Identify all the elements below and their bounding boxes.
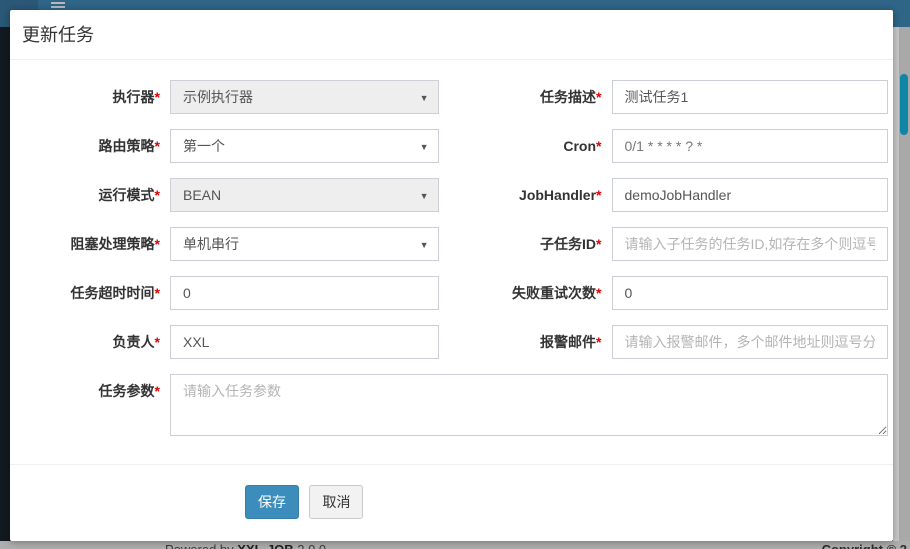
caret-down-icon: ▼ — [420, 240, 429, 250]
required-asterisk: * — [155, 334, 160, 350]
alarm-email-input[interactable] — [612, 325, 889, 359]
fail-retry-input[interactable] — [612, 276, 889, 310]
form-row: 任务参数* — [10, 374, 893, 441]
child-jobid-input[interactable] — [612, 227, 889, 261]
author-input[interactable] — [170, 325, 439, 359]
page-footer: Powered by XXL-JOB 2.0.0 Copyright © 2 — [0, 541, 910, 549]
update-job-form: 执行器* 示例执行器▼ 任务描述* 路由策略* 第一个▼ Cron* 运行模式*… — [10, 60, 893, 519]
form-row: 执行器* 示例执行器▼ 任务描述* — [10, 80, 893, 114]
cron-label: Cron* — [452, 129, 612, 163]
caret-down-icon: ▼ — [420, 142, 429, 152]
required-asterisk: * — [155, 138, 160, 154]
author-label: 负责人* — [10, 325, 170, 359]
cancel-button[interactable]: 取消 — [309, 485, 363, 519]
glue-type-label: 运行模式* — [10, 178, 170, 212]
copyright-text: Copyright © 2 — [822, 542, 907, 549]
form-row: 运行模式* BEAN▼ JobHandler* — [10, 178, 893, 212]
form-row: 路由策略* 第一个▼ Cron* — [10, 129, 893, 163]
form-row: 任务超时时间* 失败重试次数* — [10, 276, 893, 310]
cron-input[interactable] — [612, 129, 889, 163]
required-asterisk: * — [596, 89, 601, 105]
required-asterisk: * — [155, 285, 160, 301]
caret-down-icon: ▼ — [420, 191, 429, 201]
jobhandler-input[interactable] — [612, 178, 889, 212]
executor-select[interactable]: 示例执行器▼ — [170, 80, 439, 114]
route-strategy-select[interactable]: 第一个▼ — [170, 129, 439, 163]
form-row: 负责人* 报警邮件* — [10, 325, 893, 359]
job-desc-label: 任务描述* — [452, 80, 612, 114]
required-asterisk: * — [596, 236, 601, 252]
powered-by-text: Powered by XXL-JOB 2.0.0 — [165, 542, 326, 549]
required-asterisk: * — [155, 89, 160, 105]
glue-type-select[interactable]: BEAN▼ — [170, 178, 439, 212]
block-strategy-select[interactable]: 单机串行▼ — [170, 227, 439, 261]
required-asterisk: * — [596, 138, 601, 154]
required-asterisk: * — [155, 383, 160, 399]
required-asterisk: * — [596, 285, 601, 301]
jobhandler-label: JobHandler* — [452, 178, 612, 212]
block-strategy-label: 阻塞处理策略* — [10, 227, 170, 261]
required-asterisk: * — [596, 187, 601, 203]
executor-label: 执行器* — [10, 80, 170, 114]
job-desc-input[interactable] — [612, 80, 889, 114]
required-asterisk: * — [155, 187, 160, 203]
button-row: 保存 取消 — [10, 465, 893, 519]
modal-title: 更新任务 — [10, 10, 893, 60]
update-job-modal: 更新任务 执行器* 示例执行器▼ 任务描述* 路由策略* 第一个▼ Cron* — [10, 10, 893, 541]
required-asterisk: * — [155, 236, 160, 252]
job-param-textarea[interactable] — [170, 374, 888, 436]
form-row: 阻塞处理策略* 单机串行▼ 子任务ID* — [10, 227, 893, 261]
scrollbar-track[interactable] — [899, 27, 910, 541]
page-background-right — [893, 27, 910, 541]
brand-name: XXL-JOB — [237, 542, 293, 549]
timeout-label: 任务超时时间* — [10, 276, 170, 310]
scrollbar-thumb[interactable] — [900, 74, 908, 135]
caret-down-icon: ▼ — [420, 93, 429, 103]
alarm-email-label: 报警邮件* — [452, 325, 612, 359]
required-asterisk: * — [596, 334, 601, 350]
job-param-label: 任务参数* — [10, 374, 170, 441]
timeout-input[interactable] — [170, 276, 439, 310]
fail-retry-label: 失败重试次数* — [452, 276, 612, 310]
route-strategy-label: 路由策略* — [10, 129, 170, 163]
save-button[interactable]: 保存 — [245, 485, 299, 519]
child-jobid-label: 子任务ID* — [452, 227, 612, 261]
